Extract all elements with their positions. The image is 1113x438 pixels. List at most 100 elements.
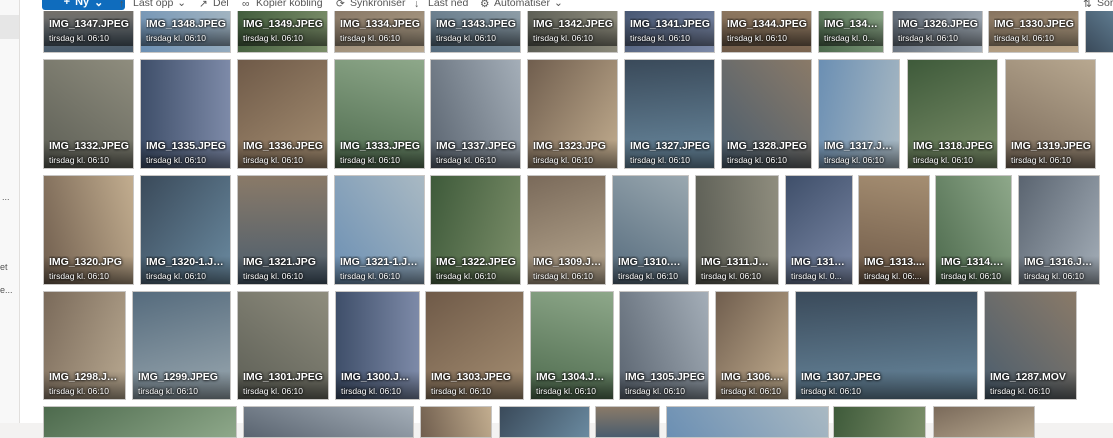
file-name: IMG_1319.JPEG <box>1011 140 1091 152</box>
file-name: IMG_1330.JPEG <box>994 18 1074 30</box>
modified-date: tirsdag kl. 06:10 <box>146 33 207 43</box>
photo-tile[interactable]: IMG_1305.JPEG tirsdag kl. 06:10 <box>619 291 709 400</box>
photo-tile[interactable] <box>833 406 926 438</box>
modified-date: tirsdag kl. 06:10 <box>243 386 304 396</box>
photo-tile[interactable]: IMG_1306.J... tirsdag kl. 06:10 <box>715 291 789 400</box>
photo-tile-caption: IMG_1303.JPEG tirsdag kl. 06:10 <box>426 371 523 399</box>
photo-tile[interactable]: IMG_1307.JPEG tirsdag kl. 06:10 <box>795 291 978 400</box>
photo-tile[interactable]: IMG_1310.JP...tirsdag kl. 06:10 <box>612 175 689 285</box>
photo-tile[interactable]: IMG_1337.JPEG tirsdag kl. 06:10 <box>430 59 521 169</box>
photo-tile[interactable]: IMG_1303.JPEG tirsdag kl. 06:10 <box>425 291 524 400</box>
photo-tile[interactable] <box>243 406 414 438</box>
photo-tile-caption: IMG_1317.JPEG tirsdag kl. 06:10 <box>819 140 899 168</box>
photo-tile[interactable]: IMG_1304.JPEG tirsdag kl. 06:10 <box>530 291 614 400</box>
modified-date: tirsdag kl. 06:10 <box>1024 271 1085 281</box>
share-button[interactable]: ↗ Del <box>199 0 229 10</box>
photo-tile-caption: IMG_1298.JPEG tirsdag kl. 06:10 <box>44 371 125 399</box>
photo-tile-caption: IMG_1307.JPEG tirsdag kl. 06:10 <box>796 371 977 399</box>
download-button[interactable]: ↓ Last ned <box>414 0 468 10</box>
photo-tile[interactable] <box>933 406 1035 438</box>
modified-date: tirsdag kl. 06:10 <box>243 155 304 165</box>
photo-tile[interactable]: IMG_1336.JPEG tirsdag kl. 06:10 <box>237 59 328 169</box>
photo-tile[interactable]: IMG_1301.JPEG tirsdag kl. 06:10 <box>237 291 329 400</box>
photo-tile[interactable]: IMG_1323.JPG tirsdag kl. 06:10 <box>527 59 618 169</box>
sort-button[interactable]: ⇅ Sor <box>1083 0 1113 10</box>
sync-icon: ⟳ <box>336 0 345 10</box>
photo-tile[interactable]: IMG_1320-1.JPG tirsdag kl. 06:10 <box>140 175 231 285</box>
photo-tile[interactable] <box>43 406 237 438</box>
photo-tile-caption: IMG_1326.JPEG tirsdag kl. 06:10 <box>893 18 982 46</box>
share-label: Del <box>213 0 229 9</box>
new-button[interactable]: + Ny ⌄ <box>42 0 125 10</box>
photo-tile[interactable]: IMG_1318.JPEG tirsdag kl. 06:10 <box>907 59 998 169</box>
photo-tile[interactable]: IMG_1313.... tirsdag kl. 06:... <box>858 175 930 285</box>
photo-tile[interactable]: IMG_1320.JPG tirsdag kl. 06:10 <box>43 175 134 285</box>
sync-button[interactable]: ⟳ Synkroniser <box>336 0 405 10</box>
photo-tile[interactable]: IMG_1316.JPEGtirsdag kl. 06:10 <box>1018 175 1100 285</box>
photo-tile[interactable]: IMG_1298.JPEG tirsdag kl. 06:10 <box>43 291 126 400</box>
photo-tile[interactable] <box>499 406 590 438</box>
file-name: IMG_1316.JPEG <box>1024 256 1096 268</box>
photo-tile[interactable]: IMG_1321.JPG tirsdag kl. 06:10 <box>237 175 328 285</box>
file-name: IMG_1332.JPEG <box>49 140 129 152</box>
photo-tile-caption: IMG_1348.JPEGtirsdag kl. 06:10 <box>141 18 230 46</box>
photo-tile-caption: IMG_1345.... tirsdag kl. 0... <box>819 18 883 46</box>
photo-tile[interactable]: IMG_1321-1.JPG tirsdag kl. 06:10 <box>334 175 425 285</box>
chevron-down-icon: ⌄ <box>94 0 104 9</box>
photo-tile[interactable]: IMG_1312.... tirsdag kl. 0... <box>785 175 853 285</box>
photo-tile[interactable]: IMG_1317.JPEG tirsdag kl. 06:10 <box>818 59 900 169</box>
plus-icon: + <box>63 0 71 8</box>
photo-tile-caption: IMG_1300.JPEG tirsdag kl. 06:10 <box>336 371 419 399</box>
photo-tile[interactable]: IMG_1287.MOV tirsdag kl. 06:10 <box>984 291 1077 400</box>
left-nav-fragment[interactable]: et <box>0 262 8 272</box>
copy-link-button[interactable]: ∞ Kopier kobling <box>242 0 323 10</box>
photo-tile-caption: IMG_1321-1.JPG tirsdag kl. 06:10 <box>335 256 424 284</box>
file-name: IMG_1300.JPEG <box>341 371 416 383</box>
photo-tile[interactable]: IMG_1333.JPEG tirsdag kl. 06:10 <box>334 59 425 169</box>
photo-tile[interactable]: IMG_1328.JPEG tirsdag kl. 06:10 <box>721 59 812 169</box>
modified-date: tirsdag kl. 06:10 <box>727 155 788 165</box>
chevron-down-icon: ⌄ <box>554 0 563 9</box>
upload-label: Last opp <box>133 0 174 9</box>
file-name: IMG_1348.JPEG <box>146 18 226 30</box>
photo-tile[interactable]: IMG_1322.JPEG tirsdag kl. 06:10 <box>430 175 521 285</box>
photo-tile-caption: IMG_1343.JPEG tirsdag kl. 06:10 <box>431 18 520 46</box>
modified-date: tirsdag kl. 06:10 <box>618 271 679 281</box>
modified-date: tirsdag kl. 06:10 <box>49 271 110 281</box>
upload-button[interactable]: ↑ Last opp ⌄ <box>119 0 186 10</box>
file-name: IMG_1310.JP... <box>618 256 685 268</box>
photo-tile[interactable]: IMG_1327.JPEG tirsdag kl. 06:10 <box>624 59 715 169</box>
photo-tile-caption: IMG_1306.J... tirsdag kl. 06:10 <box>716 371 788 399</box>
modified-date: tirsdag kl. 06:10 <box>533 155 594 165</box>
file-name: IMG_1335.JPEG <box>146 140 226 152</box>
left-nav-fragment[interactable]: ... <box>2 192 10 202</box>
photo-tile[interactable]: IMG_1335.JPEGtirsdag kl. 06:10 <box>140 59 231 169</box>
sort-label: Sor <box>1097 0 1113 9</box>
photo-tile[interactable]: IMG_1319.JPEG tirsdag kl. 06:10 <box>1005 59 1096 169</box>
left-nav-fragment[interactable]: e... <box>0 285 13 295</box>
photo-tile[interactable] <box>420 406 492 438</box>
modified-date: tirsdag kl. 06:10 <box>138 386 199 396</box>
upload-icon: ↑ <box>119 0 125 10</box>
modified-date: tirsdag kl. 06:10 <box>898 33 959 43</box>
photo-tile[interactable]: IMG_1299.JPEG tirsdag kl. 06:10 <box>132 291 231 400</box>
photo-tile-caption: IMG_1342.JPEG tirsdag kl. 06:10 <box>528 18 617 46</box>
photo-tile-caption: IMG_1349.JPEG tirsdag kl. 06:10 <box>238 18 327 46</box>
automate-button[interactable]: ⚙ Automatiser ⌄ <box>480 0 563 10</box>
modified-date: tirsdag kl. 06:10 <box>146 155 207 165</box>
photo-tile-caption: IMG_1322.JPEG tirsdag kl. 06:10 <box>431 256 520 284</box>
photo-tile[interactable]: IMG_1314.JP... tirsdag kl. 06:10 <box>935 175 1012 285</box>
photo-tile[interactable]: IMG_1300.JPEG tirsdag kl. 06:10 <box>335 291 420 400</box>
photo-tile-caption: IMG_1314.JP... tirsdag kl. 06:10 <box>936 256 1011 284</box>
photo-tile[interactable]: IMG_1309.JPEGtirsdag kl. 06:10 <box>527 175 606 285</box>
photo-tile[interactable]: IMG_1311.JPEG tirsdag kl. 06:10 <box>695 175 779 285</box>
photo-tile-caption: IMG_1320-1.JPG tirsdag kl. 06:10 <box>141 256 230 284</box>
photo-tile[interactable] <box>666 406 829 438</box>
photo-tile[interactable] <box>595 406 660 438</box>
modified-date: tirsdag kl. 06:10 <box>801 386 862 396</box>
photo-tile[interactable]: IMG_1332.JPEG tirsdag kl. 06:10 <box>43 59 134 169</box>
file-name: IMG_1327.JPEG <box>630 140 710 152</box>
photo-tile-caption: IMG_1336.JPEG tirsdag kl. 06:10 <box>238 140 327 168</box>
left-nav-selected-item[interactable] <box>0 15 19 39</box>
file-name: IMG_1334.JPEG <box>340 18 420 30</box>
